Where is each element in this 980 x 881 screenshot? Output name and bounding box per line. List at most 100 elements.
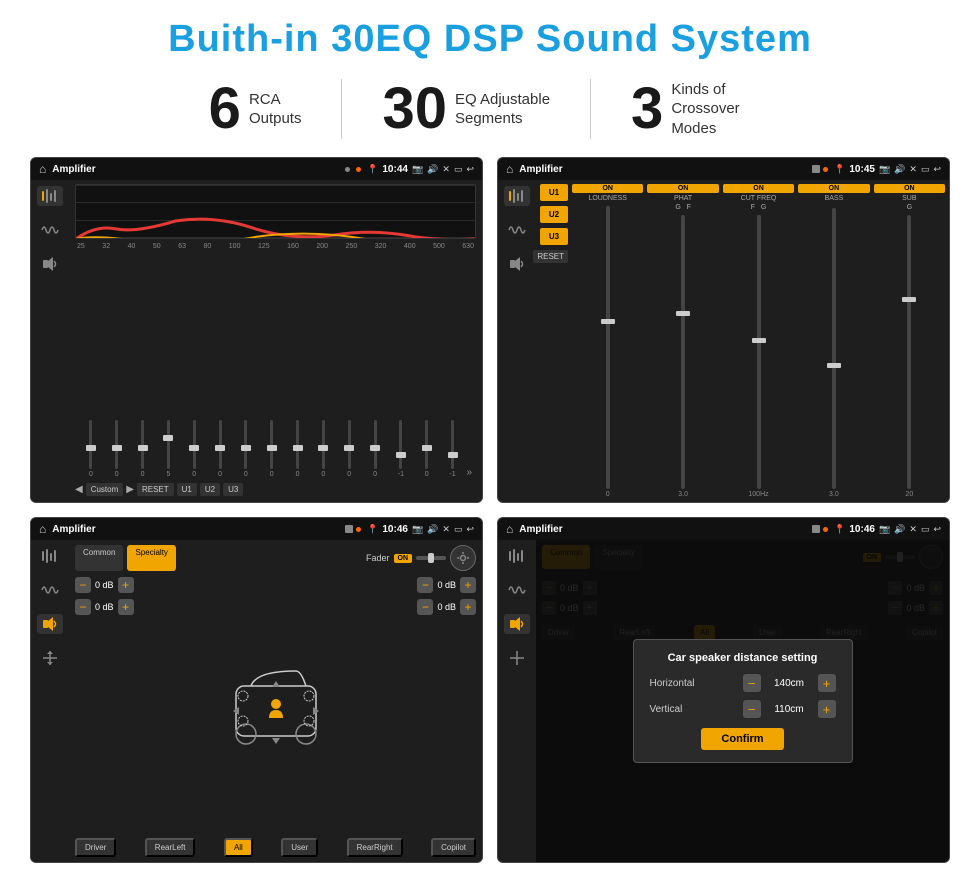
eq-thumb-4[interactable] (163, 435, 173, 441)
eq-home-icon[interactable]: ⌂ (39, 162, 46, 176)
eq-prev-icon[interactable]: ◀ (75, 484, 83, 495)
xover-sub-slider[interactable] (907, 215, 911, 489)
fader-settings-icon[interactable] (450, 545, 476, 571)
xover-sidebar-speaker-icon[interactable] (504, 254, 530, 274)
xover-loudness-slider[interactable] (606, 206, 610, 489)
fader-minus-2[interactable]: − (75, 599, 91, 615)
eq-u3-btn[interactable]: U3 (223, 483, 243, 496)
fader-rearright-btn[interactable]: RearRight (347, 838, 403, 857)
xover-phat-thumb[interactable] (676, 311, 690, 316)
dist-sidebar-eq-icon[interactable] (504, 546, 530, 566)
xover-u3-btn[interactable]: U3 (540, 228, 568, 245)
eq-slider-6[interactable]: 0 (208, 418, 232, 478)
eq-thumb-8[interactable] (267, 445, 277, 451)
eq-slider-14[interactable]: 0 (415, 418, 439, 478)
eq-custom-btn[interactable]: Custom (86, 483, 124, 496)
modal-horizontal-minus[interactable]: − (743, 674, 761, 692)
dist-sidebar-arrows-icon[interactable] (504, 648, 530, 668)
fader-user-btn[interactable]: User (281, 838, 318, 857)
xover-sub-thumb[interactable] (902, 297, 916, 302)
eq-thumb-14[interactable] (422, 445, 432, 451)
eq-thumb-6[interactable] (215, 445, 225, 451)
eq-thumb-15[interactable] (448, 452, 458, 458)
dist-back-icon[interactable]: ↩ (933, 524, 941, 535)
fader-minus-1[interactable]: − (75, 577, 91, 593)
fader-minus-4[interactable]: − (417, 599, 433, 615)
fader-all-btn[interactable]: All (224, 838, 253, 857)
fader-sidebar-wave-icon[interactable] (37, 580, 63, 600)
eq-slider-10[interactable]: 0 (311, 418, 335, 478)
xover-loudness-thumb[interactable] (601, 319, 615, 324)
fader-sidebar-eq-icon[interactable] (37, 546, 63, 566)
eq-slider-8[interactable]: 0 (260, 418, 284, 478)
xover-back-icon[interactable]: ↩ (933, 164, 941, 175)
eq-expand-icon[interactable]: » (466, 467, 472, 478)
eq-slider-3[interactable]: 0 (131, 418, 155, 478)
dist-time: 10:46 (849, 524, 875, 535)
eq-play-icon[interactable]: ▶ (126, 484, 134, 495)
eq-sidebar-speaker-icon[interactable] (37, 254, 63, 274)
xover-main-area: U1 U2 U3 RESET ON LOUDNESS 0 (536, 180, 949, 502)
eq-thumb-1[interactable] (86, 445, 96, 451)
xover-cutfreq-thumb[interactable] (752, 338, 766, 343)
eq-u1-btn[interactable]: U1 (177, 483, 197, 496)
fader-plus-3[interactable]: + (460, 577, 476, 593)
eq-thumb-9[interactable] (293, 445, 303, 451)
xover-u1-btn[interactable]: U1 (540, 184, 568, 201)
fader-db-row-1: − 0 dB + (75, 577, 134, 593)
xover-home-icon[interactable]: ⌂ (506, 162, 513, 176)
fader-home-icon[interactable]: ⌂ (39, 522, 46, 536)
fader-minus-3[interactable]: − (417, 577, 433, 593)
modal-horizontal-plus[interactable]: + (818, 674, 836, 692)
fader-rearleft-btn[interactable]: RearLeft (145, 838, 196, 857)
eq-sidebar-wave-icon[interactable] (37, 220, 63, 240)
modal-vertical-plus[interactable]: + (818, 700, 836, 718)
xover-sidebar-wave-icon[interactable] (504, 220, 530, 240)
eq-back-icon[interactable]: ↩ (466, 164, 474, 175)
eq-slider-12[interactable]: 0 (363, 418, 387, 478)
eq-thumb-10[interactable] (318, 445, 328, 451)
eq-slider-2[interactable]: 0 (105, 418, 129, 478)
xover-phat-slider[interactable] (681, 215, 685, 489)
eq-slider-9[interactable]: 0 (286, 418, 310, 478)
fader-specialty-tab[interactable]: Specialty (127, 545, 175, 571)
eq-slider-7[interactable]: 0 (234, 418, 258, 478)
eq-slider-11[interactable]: 0 (337, 418, 361, 478)
modal-vertical-minus[interactable]: − (743, 700, 761, 718)
fader-copilot-btn[interactable]: Copilot (431, 838, 476, 857)
eq-slider-5[interactable]: 0 (182, 418, 206, 478)
fader-plus-4[interactable]: + (460, 599, 476, 615)
eq-slider-1[interactable]: 0 (79, 418, 103, 478)
fader-slider-icon[interactable] (416, 551, 446, 565)
eq-thumb-12[interactable] (370, 445, 380, 451)
fader-back-icon[interactable]: ↩ (466, 524, 474, 535)
eq-reset-btn[interactable]: RESET (137, 483, 174, 496)
xover-bass-thumb[interactable] (827, 363, 841, 368)
xover-bass-slider[interactable] (832, 208, 836, 489)
xover-reset-btn[interactable]: RESET (533, 250, 568, 263)
fader-common-tab[interactable]: Common (75, 545, 123, 571)
eq-thumb-5[interactable] (189, 445, 199, 451)
dist-sidebar-wave-icon[interactable] (504, 580, 530, 600)
eq-u2-btn[interactable]: U2 (200, 483, 220, 496)
xover-sidebar-eq-icon[interactable] (504, 186, 530, 206)
modal-confirm-button[interactable]: Confirm (701, 728, 783, 750)
eq-slider-13[interactable]: -1 (389, 418, 413, 478)
xover-u2-btn[interactable]: U2 (540, 206, 568, 223)
fader-plus-2[interactable]: + (118, 599, 134, 615)
eq-thumb-2[interactable] (112, 445, 122, 451)
eq-slider-4[interactable]: 5 (156, 418, 180, 478)
xover-cutfreq-slider[interactable] (757, 215, 761, 489)
dist-sidebar-speaker-icon[interactable] (504, 614, 530, 634)
eq-thumb-3[interactable] (138, 445, 148, 451)
eq-slider-15[interactable]: -1 (441, 418, 465, 478)
fader-sidebar-speaker-icon[interactable] (37, 614, 63, 634)
eq-sidebar-eq-icon[interactable] (37, 186, 63, 206)
eq-thumb-7[interactable] (241, 445, 251, 451)
dist-home-icon[interactable]: ⌂ (506, 522, 513, 536)
eq-thumb-13[interactable] (396, 452, 406, 458)
fader-sidebar-arrows-icon[interactable] (37, 648, 63, 668)
fader-plus-1[interactable]: + (118, 577, 134, 593)
fader-driver-btn[interactable]: Driver (75, 838, 116, 857)
eq-thumb-11[interactable] (344, 445, 354, 451)
